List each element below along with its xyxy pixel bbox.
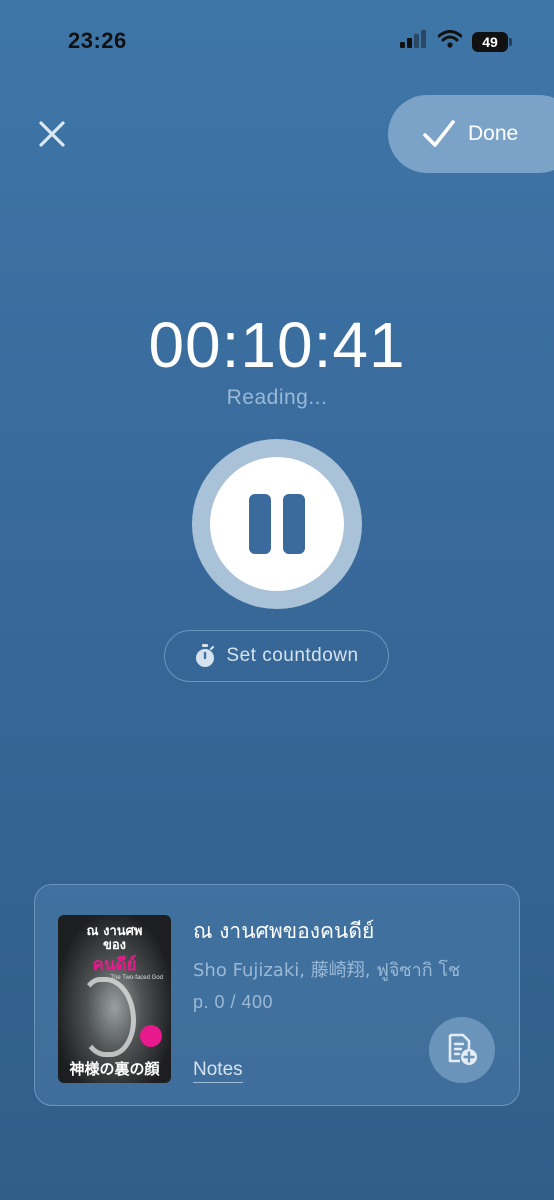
checkmark-icon: [423, 120, 455, 147]
status-time: 23:26: [68, 28, 127, 53]
book-title: ณ งานศพของคนดีย์: [193, 919, 375, 943]
cover-smoke-graphic: [80, 977, 136, 1057]
cellular-signal-icon: [400, 30, 428, 53]
timer-status: Reading...: [226, 386, 328, 409]
add-note-icon: [448, 1033, 477, 1065]
wifi-icon: [437, 30, 463, 53]
pause-bar-left: [249, 494, 271, 554]
cover-subtitle: The Two-faced God: [110, 975, 163, 981]
stopwatch-icon: [196, 644, 215, 667]
book-author: Sho Fujizaki, 藤崎翔, ฟูจิซากิ โช: [193, 960, 461, 981]
pause-bar-right: [283, 494, 305, 554]
set-countdown-label: Set countdown: [226, 645, 359, 666]
set-countdown-button[interactable]: Set countdown: [164, 630, 389, 682]
cover-title-line1: ณ งานศพ: [86, 924, 143, 939]
close-button[interactable]: [30, 112, 74, 156]
cover-title-pink: คนดีย์: [92, 955, 137, 975]
cover-title: ณ งานศพ ของ: [58, 925, 171, 953]
book-page-progress: p. 0 / 400: [193, 992, 274, 1012]
book-card[interactable]: ณ งานศพ ของ คนดีย์ The Two-faced God 神様の…: [34, 884, 520, 1106]
pause-button[interactable]: [192, 439, 362, 609]
status-icons: 49: [400, 30, 512, 53]
pause-icon: [210, 457, 344, 591]
close-icon: [39, 121, 65, 147]
cover-japanese-title: 神様の裏の顔: [69, 1060, 160, 1078]
add-note-button[interactable]: [429, 1017, 495, 1083]
elapsed-timer: 00:10:41: [148, 309, 406, 381]
done-button[interactable]: Done: [388, 95, 554, 173]
battery-icon: 49: [472, 31, 512, 52]
notes-link[interactable]: Notes: [193, 1059, 243, 1083]
cover-badge: [140, 1025, 162, 1047]
book-cover: ณ งานศพ ของ คนดีย์ The Two-faced God 神様の…: [58, 915, 171, 1083]
status-bar: 23:26 49: [0, 0, 554, 80]
done-label: Done: [468, 122, 519, 145]
battery-level: 49: [482, 33, 498, 50]
